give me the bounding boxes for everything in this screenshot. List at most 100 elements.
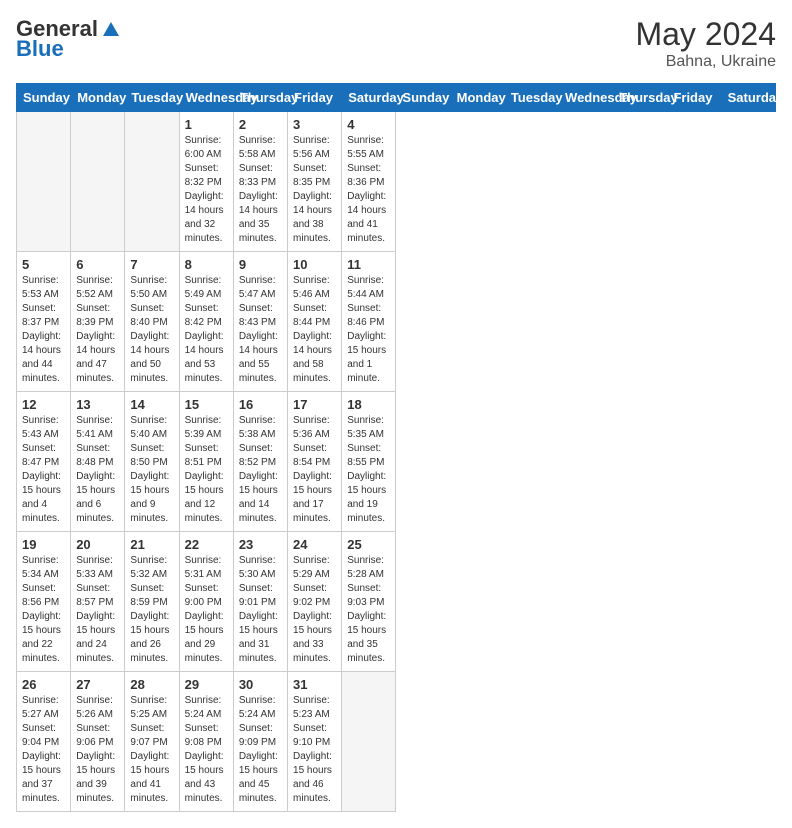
calendar-week-5: 26 Sunrise: 5:27 AMSunset: 9:04 PMDayligh… — [17, 672, 776, 812]
day-number: 30 — [239, 677, 282, 692]
cell-info: Sunrise: 5:34 AMSunset: 8:56 PMDaylight:… — [22, 554, 65, 666]
day-number: 9 — [239, 257, 282, 272]
header-saturday: Saturday — [342, 84, 396, 112]
cell-info: Sunrise: 6:00 AMSunset: 8:32 PMDaylight:… — [185, 134, 228, 246]
cell-info: Sunrise: 5:35 AMSunset: 8:55 PMDaylight:… — [347, 414, 390, 526]
calendar-cell: 16Sunrise: 5:38 AMSunset: 8:52 PMDayligh… — [233, 392, 287, 532]
cell-info: Sunrise: 5:26 AMSunset: 9:06 PMDaylight:… — [76, 694, 119, 806]
calendar-cell: 26 Sunrise: 5:27 AMSunset: 9:04 PMDayligh… — [17, 672, 71, 812]
cell-info: Sunrise: 5:52 AMSunset: 8:39 PMDaylight:… — [76, 274, 119, 386]
logo-icon — [102, 20, 120, 38]
day-number: 31 — [293, 677, 336, 692]
title-block: May 2024 Bahna, Ukraine — [635, 16, 776, 71]
day-number: 6 — [76, 257, 119, 272]
calendar-cell: 19 Sunrise: 5:34 AMSunset: 8:56 PMDayligh… — [17, 532, 71, 672]
header-day-monday: Monday — [450, 84, 504, 112]
cell-info: Sunrise: 5:53 AMSunset: 8:37 PMDaylight:… — [22, 274, 65, 386]
day-number: 23 — [239, 537, 282, 552]
calendar-cell — [342, 672, 396, 812]
calendar-cell: 20 Sunrise: 5:33 AMSunset: 8:57 PMDayligh… — [71, 532, 125, 672]
day-number: 16 — [239, 397, 282, 412]
calendar-cell: 27 Sunrise: 5:26 AMSunset: 9:06 PMDayligh… — [71, 672, 125, 812]
page-header: General Blue May 2024 Bahna, Ukraine — [16, 16, 776, 71]
calendar-cell: 4 Sunrise: 5:55 AMSunset: 8:36 PMDaylight… — [342, 112, 396, 252]
calendar-cell: 17Sunrise: 5:36 AMSunset: 8:54 PMDayligh… — [288, 392, 342, 532]
calendar-cell: 5 Sunrise: 5:53 AMSunset: 8:37 PMDaylight… — [17, 252, 71, 392]
cell-info: Sunrise: 5:39 AMSunset: 8:51 PMDaylight:… — [185, 414, 228, 526]
cell-info: Sunrise: 5:24 AMSunset: 9:09 PMDaylight:… — [239, 694, 282, 806]
day-number: 20 — [76, 537, 119, 552]
cell-info: Sunrise: 5:33 AMSunset: 8:57 PMDaylight:… — [76, 554, 119, 666]
day-number: 19 — [22, 537, 65, 552]
cell-info: Sunrise: 5:47 AMSunset: 8:43 PMDaylight:… — [239, 274, 282, 386]
cell-info: Sunrise: 5:27 AMSunset: 9:04 PMDaylight:… — [22, 694, 65, 806]
cell-info: Sunrise: 5:36 AMSunset: 8:54 PMDaylight:… — [293, 414, 336, 526]
day-number: 28 — [130, 677, 173, 692]
calendar-cell: 7 Sunrise: 5:50 AMSunset: 8:40 PMDaylight… — [125, 252, 179, 392]
day-number: 4 — [347, 117, 390, 132]
cell-info: Sunrise: 5:49 AMSunset: 8:42 PMDaylight:… — [185, 274, 228, 386]
day-number: 29 — [185, 677, 228, 692]
header-day-sunday: Sunday — [396, 84, 450, 112]
header-day-saturday: Saturday — [721, 84, 775, 112]
cell-info: Sunrise: 5:56 AMSunset: 8:35 PMDaylight:… — [293, 134, 336, 246]
calendar-week-2: 5 Sunrise: 5:53 AMSunset: 8:37 PMDaylight… — [17, 252, 776, 392]
header-wednesday: Wednesday — [179, 84, 233, 112]
cell-info: Sunrise: 5:44 AMSunset: 8:46 PMDaylight:… — [347, 274, 390, 386]
location-subtitle: Bahna, Ukraine — [635, 53, 776, 71]
calendar-cell — [17, 112, 71, 252]
calendar-cell: 1 Sunrise: 6:00 AMSunset: 8:32 PMDaylight… — [179, 112, 233, 252]
day-number: 12 — [22, 397, 65, 412]
calendar-week-4: 19 Sunrise: 5:34 AMSunset: 8:56 PMDayligh… — [17, 532, 776, 672]
header-sunday: Sunday — [17, 84, 71, 112]
calendar-cell: 24 Sunrise: 5:29 AMSunset: 9:02 PMDayligh… — [288, 532, 342, 672]
calendar-cell: 9 Sunrise: 5:47 AMSunset: 8:43 PMDaylight… — [233, 252, 287, 392]
month-year-title: May 2024 — [635, 16, 776, 53]
header-day-thursday: Thursday — [613, 84, 667, 112]
cell-info: Sunrise: 5:41 AMSunset: 8:48 PMDaylight:… — [76, 414, 119, 526]
day-number: 27 — [76, 677, 119, 692]
calendar-cell: 31Sunrise: 5:23 AMSunset: 9:10 PMDayligh… — [288, 672, 342, 812]
cell-info: Sunrise: 5:40 AMSunset: 8:50 PMDaylight:… — [130, 414, 173, 526]
calendar-cell: 12 Sunrise: 5:43 AMSunset: 8:47 PMDayligh… — [17, 392, 71, 532]
cell-info: Sunrise: 5:58 AMSunset: 8:33 PMDaylight:… — [239, 134, 282, 246]
header-tuesday: Tuesday — [125, 84, 179, 112]
header-day-wednesday: Wednesday — [559, 84, 613, 112]
calendar-cell: 22Sunrise: 5:31 AMSunset: 9:00 PMDayligh… — [179, 532, 233, 672]
header-friday: Friday — [288, 84, 342, 112]
calendar-cell: 2Sunrise: 5:58 AMSunset: 8:33 PMDaylight… — [233, 112, 287, 252]
calendar-cell: 14Sunrise: 5:40 AMSunset: 8:50 PMDayligh… — [125, 392, 179, 532]
header-thursday: Thursday — [233, 84, 287, 112]
cell-info: Sunrise: 5:46 AMSunset: 8:44 PMDaylight:… — [293, 274, 336, 386]
calendar-cell: 21Sunrise: 5:32 AMSunset: 8:59 PMDayligh… — [125, 532, 179, 672]
cell-info: Sunrise: 5:50 AMSunset: 8:40 PMDaylight:… — [130, 274, 173, 386]
header-day-friday: Friday — [667, 84, 721, 112]
calendar-cell — [125, 112, 179, 252]
day-number: 24 — [293, 537, 336, 552]
day-number: 13 — [76, 397, 119, 412]
calendar-cell: 15Sunrise: 5:39 AMSunset: 8:51 PMDayligh… — [179, 392, 233, 532]
day-number: 26 — [22, 677, 65, 692]
cell-info: Sunrise: 5:43 AMSunset: 8:47 PMDaylight:… — [22, 414, 65, 526]
calendar-week-3: 12 Sunrise: 5:43 AMSunset: 8:47 PMDayligh… — [17, 392, 776, 532]
day-number: 7 — [130, 257, 173, 272]
header-monday: Monday — [71, 84, 125, 112]
calendar-cell: 18Sunrise: 5:35 AMSunset: 8:55 PMDayligh… — [342, 392, 396, 532]
calendar-cell: 30 Sunrise: 5:24 AMSunset: 9:09 PMDayligh… — [233, 672, 287, 812]
cell-info: Sunrise: 5:29 AMSunset: 9:02 PMDaylight:… — [293, 554, 336, 666]
calendar-week-1: 1 Sunrise: 6:00 AMSunset: 8:32 PMDaylight… — [17, 112, 776, 252]
calendar-cell: 3Sunrise: 5:56 AMSunset: 8:35 PMDaylight… — [288, 112, 342, 252]
calendar-cell: 10Sunrise: 5:46 AMSunset: 8:44 PMDayligh… — [288, 252, 342, 392]
cell-info: Sunrise: 5:55 AMSunset: 8:36 PMDaylight:… — [347, 134, 390, 246]
calendar-cell: 6 Sunrise: 5:52 AMSunset: 8:39 PMDaylight… — [71, 252, 125, 392]
logo-blue-text: Blue — [16, 36, 64, 62]
calendar-cell: 28Sunrise: 5:25 AMSunset: 9:07 PMDayligh… — [125, 672, 179, 812]
calendar-cell — [71, 112, 125, 252]
day-number: 11 — [347, 257, 390, 272]
day-number: 5 — [22, 257, 65, 272]
calendar-cell: 25Sunrise: 5:28 AMSunset: 9:03 PMDayligh… — [342, 532, 396, 672]
calendar-table: SundayMondayTuesdayWednesdayThursdayFrid… — [16, 83, 776, 812]
day-number: 1 — [185, 117, 228, 132]
calendar-cell: 13 Sunrise: 5:41 AMSunset: 8:48 PMDayligh… — [71, 392, 125, 532]
cell-info: Sunrise: 5:24 AMSunset: 9:08 PMDaylight:… — [185, 694, 228, 806]
